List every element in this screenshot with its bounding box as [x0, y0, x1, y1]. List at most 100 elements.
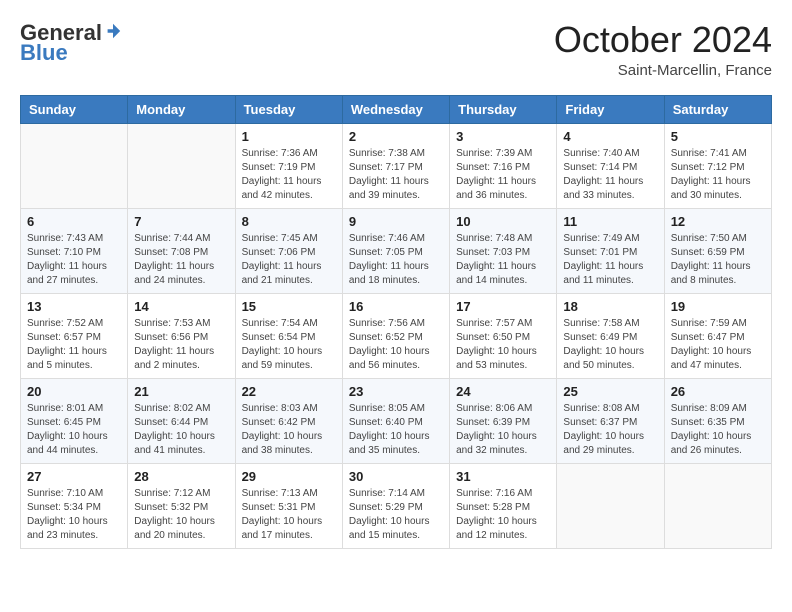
- daylight: Daylight: 11 hours and 33 minutes.: [563, 175, 657, 203]
- sunrise: Sunrise: 8:09 AM: [671, 402, 765, 416]
- calendar-cell: 5 Sunrise: 7:41 AM Sunset: 7:12 PM Dayli…: [664, 123, 771, 208]
- sunrise: Sunrise: 7:10 AM: [27, 487, 121, 501]
- day-info: Sunrise: 7:49 AM Sunset: 7:01 PM Dayligh…: [563, 232, 657, 288]
- title-block: October 2024 Saint-Marcellin, France: [554, 20, 772, 79]
- sunrise: Sunrise: 7:59 AM: [671, 317, 765, 331]
- daylight: Daylight: 10 hours and 15 minutes.: [349, 515, 443, 543]
- week-row-5: 27 Sunrise: 7:10 AM Sunset: 5:34 PM Dayl…: [21, 463, 772, 548]
- daylight: Daylight: 11 hours and 8 minutes.: [671, 260, 765, 288]
- sunset: Sunset: 6:57 PM: [27, 331, 121, 345]
- day-number: 10: [456, 214, 550, 229]
- day-info: Sunrise: 7:16 AM Sunset: 5:28 PM Dayligh…: [456, 487, 550, 543]
- calendar-cell: 15 Sunrise: 7:54 AM Sunset: 6:54 PM Dayl…: [235, 293, 342, 378]
- sunset: Sunset: 5:28 PM: [456, 501, 550, 515]
- sunset: Sunset: 6:54 PM: [242, 331, 336, 345]
- logo: General Blue: [20, 20, 122, 66]
- sunset: Sunset: 7:06 PM: [242, 246, 336, 260]
- sunset: Sunset: 6:52 PM: [349, 331, 443, 345]
- calendar-cell: 10 Sunrise: 7:48 AM Sunset: 7:03 PM Dayl…: [450, 208, 557, 293]
- daylight: Daylight: 11 hours and 5 minutes.: [27, 345, 121, 373]
- day-info: Sunrise: 7:14 AM Sunset: 5:29 PM Dayligh…: [349, 487, 443, 543]
- daylight: Daylight: 11 hours and 2 minutes.: [134, 345, 228, 373]
- weekday-wednesday: Wednesday: [342, 95, 449, 123]
- sunrise: Sunrise: 7:39 AM: [456, 147, 550, 161]
- day-number: 21: [134, 384, 228, 399]
- day-info: Sunrise: 7:38 AM Sunset: 7:17 PM Dayligh…: [349, 147, 443, 203]
- calendar-cell: 20 Sunrise: 8:01 AM Sunset: 6:45 PM Dayl…: [21, 378, 128, 463]
- sunset: Sunset: 7:10 PM: [27, 246, 121, 260]
- sunrise: Sunrise: 7:49 AM: [563, 232, 657, 246]
- day-number: 30: [349, 469, 443, 484]
- logo-icon: [104, 22, 122, 40]
- sunrise: Sunrise: 7:43 AM: [27, 232, 121, 246]
- daylight: Daylight: 10 hours and 35 minutes.: [349, 430, 443, 458]
- day-number: 22: [242, 384, 336, 399]
- daylight: Daylight: 11 hours and 36 minutes.: [456, 175, 550, 203]
- sunset: Sunset: 5:31 PM: [242, 501, 336, 515]
- sunrise: Sunrise: 7:57 AM: [456, 317, 550, 331]
- sunset: Sunset: 7:03 PM: [456, 246, 550, 260]
- day-info: Sunrise: 7:48 AM Sunset: 7:03 PM Dayligh…: [456, 232, 550, 288]
- daylight: Daylight: 10 hours and 29 minutes.: [563, 430, 657, 458]
- sunrise: Sunrise: 8:03 AM: [242, 402, 336, 416]
- sunrise: Sunrise: 8:06 AM: [456, 402, 550, 416]
- daylight: Daylight: 11 hours and 18 minutes.: [349, 260, 443, 288]
- sunrise: Sunrise: 7:53 AM: [134, 317, 228, 331]
- sunrise: Sunrise: 7:56 AM: [349, 317, 443, 331]
- sunrise: Sunrise: 8:05 AM: [349, 402, 443, 416]
- day-number: 27: [27, 469, 121, 484]
- day-info: Sunrise: 7:43 AM Sunset: 7:10 PM Dayligh…: [27, 232, 121, 288]
- daylight: Daylight: 11 hours and 30 minutes.: [671, 175, 765, 203]
- day-info: Sunrise: 7:41 AM Sunset: 7:12 PM Dayligh…: [671, 147, 765, 203]
- day-number: 1: [242, 129, 336, 144]
- sunrise: Sunrise: 7:40 AM: [563, 147, 657, 161]
- daylight: Daylight: 10 hours and 53 minutes.: [456, 345, 550, 373]
- sunset: Sunset: 6:37 PM: [563, 416, 657, 430]
- calendar-cell: 17 Sunrise: 7:57 AM Sunset: 6:50 PM Dayl…: [450, 293, 557, 378]
- week-row-4: 20 Sunrise: 8:01 AM Sunset: 6:45 PM Dayl…: [21, 378, 772, 463]
- day-info: Sunrise: 7:12 AM Sunset: 5:32 PM Dayligh…: [134, 487, 228, 543]
- day-info: Sunrise: 7:40 AM Sunset: 7:14 PM Dayligh…: [563, 147, 657, 203]
- day-number: 29: [242, 469, 336, 484]
- calendar-cell: 1 Sunrise: 7:36 AM Sunset: 7:19 PM Dayli…: [235, 123, 342, 208]
- day-number: 13: [27, 299, 121, 314]
- daylight: Daylight: 10 hours and 23 minutes.: [27, 515, 121, 543]
- calendar-cell: 6 Sunrise: 7:43 AM Sunset: 7:10 PM Dayli…: [21, 208, 128, 293]
- day-info: Sunrise: 7:59 AM Sunset: 6:47 PM Dayligh…: [671, 317, 765, 373]
- calendar-cell: [664, 463, 771, 548]
- day-number: 23: [349, 384, 443, 399]
- logo-blue: Blue: [20, 40, 68, 66]
- day-number: 24: [456, 384, 550, 399]
- day-number: 9: [349, 214, 443, 229]
- sunrise: Sunrise: 7:54 AM: [242, 317, 336, 331]
- daylight: Daylight: 11 hours and 42 minutes.: [242, 175, 336, 203]
- day-info: Sunrise: 7:46 AM Sunset: 7:05 PM Dayligh…: [349, 232, 443, 288]
- daylight: Daylight: 10 hours and 17 minutes.: [242, 515, 336, 543]
- sunrise: Sunrise: 7:16 AM: [456, 487, 550, 501]
- day-info: Sunrise: 8:03 AM Sunset: 6:42 PM Dayligh…: [242, 402, 336, 458]
- day-info: Sunrise: 8:06 AM Sunset: 6:39 PM Dayligh…: [456, 402, 550, 458]
- sunset: Sunset: 6:44 PM: [134, 416, 228, 430]
- day-number: 5: [671, 129, 765, 144]
- calendar: SundayMondayTuesdayWednesdayThursdayFrid…: [20, 95, 772, 549]
- daylight: Daylight: 11 hours and 24 minutes.: [134, 260, 228, 288]
- sunrise: Sunrise: 7:45 AM: [242, 232, 336, 246]
- calendar-cell: 31 Sunrise: 7:16 AM Sunset: 5:28 PM Dayl…: [450, 463, 557, 548]
- daylight: Daylight: 11 hours and 21 minutes.: [242, 260, 336, 288]
- day-number: 4: [563, 129, 657, 144]
- day-info: Sunrise: 7:10 AM Sunset: 5:34 PM Dayligh…: [27, 487, 121, 543]
- sunset: Sunset: 6:39 PM: [456, 416, 550, 430]
- sunrise: Sunrise: 7:44 AM: [134, 232, 228, 246]
- daylight: Daylight: 10 hours and 56 minutes.: [349, 345, 443, 373]
- calendar-cell: 2 Sunrise: 7:38 AM Sunset: 7:17 PM Dayli…: [342, 123, 449, 208]
- calendar-cell: 14 Sunrise: 7:53 AM Sunset: 6:56 PM Dayl…: [128, 293, 235, 378]
- day-info: Sunrise: 7:50 AM Sunset: 6:59 PM Dayligh…: [671, 232, 765, 288]
- daylight: Daylight: 10 hours and 32 minutes.: [456, 430, 550, 458]
- weekday-thursday: Thursday: [450, 95, 557, 123]
- sunrise: Sunrise: 7:52 AM: [27, 317, 121, 331]
- daylight: Daylight: 10 hours and 12 minutes.: [456, 515, 550, 543]
- page-header: General Blue October 2024 Saint-Marcelli…: [20, 20, 772, 79]
- daylight: Daylight: 10 hours and 59 minutes.: [242, 345, 336, 373]
- sunrise: Sunrise: 8:01 AM: [27, 402, 121, 416]
- sunrise: Sunrise: 7:13 AM: [242, 487, 336, 501]
